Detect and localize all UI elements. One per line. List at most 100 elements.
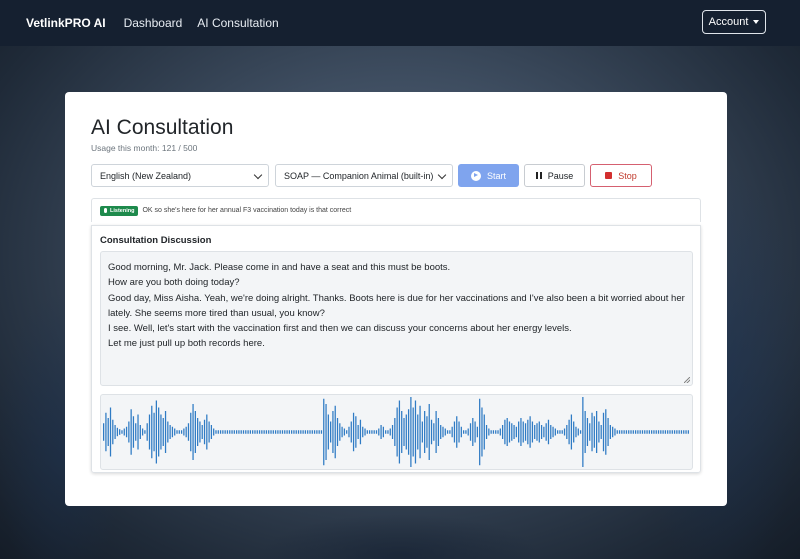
nav-link-ai-consultation[interactable]: AI Consultation	[197, 16, 278, 30]
waveform-bar	[203, 419, 206, 445]
waveform-bar	[178, 430, 180, 434]
account-dropdown-button[interactable]: Account	[702, 10, 766, 34]
waveform-bar	[123, 428, 125, 436]
waveform-bar	[265, 430, 268, 434]
waveform-bar	[687, 430, 689, 434]
waveform-bar	[293, 430, 295, 434]
stop-icon	[605, 172, 613, 179]
waveform-bar	[428, 404, 430, 460]
brand-logo[interactable]: VetlinkPRO AI	[26, 16, 106, 30]
waveform-bar	[208, 421, 210, 443]
waveform-bar	[297, 430, 300, 434]
waveform-bar	[607, 418, 609, 446]
pause-label: Pause	[547, 170, 574, 181]
nav-link-dashboard[interactable]: Dashboard	[124, 16, 183, 30]
waveform-bar	[164, 411, 167, 453]
audio-waveform	[100, 394, 693, 470]
waveform-bar	[199, 421, 201, 443]
waveform-bar	[531, 421, 534, 443]
waveform-bar	[653, 430, 655, 434]
waveform-bar	[258, 430, 261, 434]
waveform-bar	[155, 400, 157, 464]
waveform-bar	[513, 425, 515, 439]
waveform-bar	[602, 412, 605, 452]
waveform-bar	[474, 421, 476, 443]
waveform-bar	[497, 430, 499, 434]
navbar: VetlinkPRO AI Dashboard AI Consultation …	[0, 0, 800, 46]
waveform-bar	[261, 430, 263, 434]
waveform-bar	[291, 430, 293, 434]
waveform-bar	[224, 430, 226, 434]
waveform-bar	[559, 430, 561, 434]
pause-button[interactable]: Pause	[524, 164, 585, 187]
waveform-bar	[495, 430, 497, 434]
stop-label: Stop	[618, 170, 637, 181]
waveform-bar	[334, 405, 336, 459]
waveform-bar	[593, 416, 595, 448]
live-transcript-text: OK so she's here for her annual F3 vacci…	[142, 207, 352, 214]
waveform-bar	[600, 425, 602, 439]
waveform-bar	[341, 426, 343, 438]
waveform-bar	[676, 430, 678, 434]
waveform-bar	[167, 421, 169, 443]
template-select[interactable]: SOAP — Companion Animal (built-in)	[275, 164, 453, 187]
waveform-bar	[582, 397, 584, 467]
waveform-bar	[540, 425, 543, 439]
transcript-textarea[interactable]: Good morning, Mr. Jack. Please come in a…	[100, 251, 693, 386]
waveform-bar	[648, 430, 650, 434]
usage-counter: Usage this month: 121 / 500	[91, 143, 198, 153]
waveform-bar	[128, 421, 130, 443]
waveform-bar	[508, 421, 511, 443]
waveform-bar	[437, 418, 440, 446]
waveform-bar	[632, 430, 634, 434]
account-label: Account	[708, 16, 749, 28]
waveform-bar	[144, 430, 146, 434]
waveform-bar	[490, 430, 492, 434]
waveform-bar	[589, 423, 591, 441]
waveform-bar	[644, 430, 646, 434]
waveform-bar	[313, 430, 316, 434]
language-select[interactable]: English (New Zealand)	[91, 164, 269, 187]
waveform-bar	[226, 430, 229, 434]
waveform-bar	[472, 418, 474, 446]
waveform-bar	[339, 423, 341, 441]
waveform-bar	[355, 416, 357, 448]
waveform-bar	[174, 428, 176, 436]
waveform-bar	[105, 412, 107, 452]
caret-down-icon	[753, 20, 760, 24]
waveform-bar	[536, 423, 538, 441]
waveform-bar	[591, 412, 593, 452]
waveform-bar	[669, 430, 671, 434]
waveform-bar	[213, 428, 215, 436]
waveform-bar	[451, 426, 453, 438]
waveform-bar	[639, 430, 641, 434]
waveform-bar	[350, 421, 352, 443]
waveform-bar	[180, 430, 183, 434]
waveform-bar	[506, 418, 508, 446]
waveform-bar	[460, 426, 462, 438]
waveform-bar	[641, 430, 644, 434]
waveform-bar	[263, 430, 265, 434]
waveform-bar	[137, 414, 139, 450]
pause-icon	[535, 172, 542, 179]
waveform-bar	[346, 430, 348, 434]
transcript-line: Good morning, Mr. Jack. Please come in a…	[108, 262, 451, 273]
resize-handle[interactable]	[684, 377, 690, 383]
waveform-bar	[485, 425, 488, 439]
waveform-bar	[327, 414, 329, 450]
stop-button[interactable]: Stop	[590, 164, 652, 187]
waveform-bar	[467, 428, 469, 436]
waveform-bar	[378, 428, 380, 436]
start-button[interactable]: Start	[458, 164, 519, 187]
waveform-bar	[375, 430, 378, 434]
waveform-bar	[667, 430, 669, 434]
waveform-bar	[637, 430, 639, 434]
waveform-bar	[586, 418, 589, 446]
waveform-bar	[151, 405, 153, 459]
waveform-bar	[435, 411, 437, 453]
waveform-bar	[304, 430, 307, 434]
waveform-bar	[194, 411, 196, 453]
waveform-bar	[192, 404, 194, 460]
waveform-bar	[323, 398, 325, 466]
waveform-bar	[295, 430, 297, 434]
